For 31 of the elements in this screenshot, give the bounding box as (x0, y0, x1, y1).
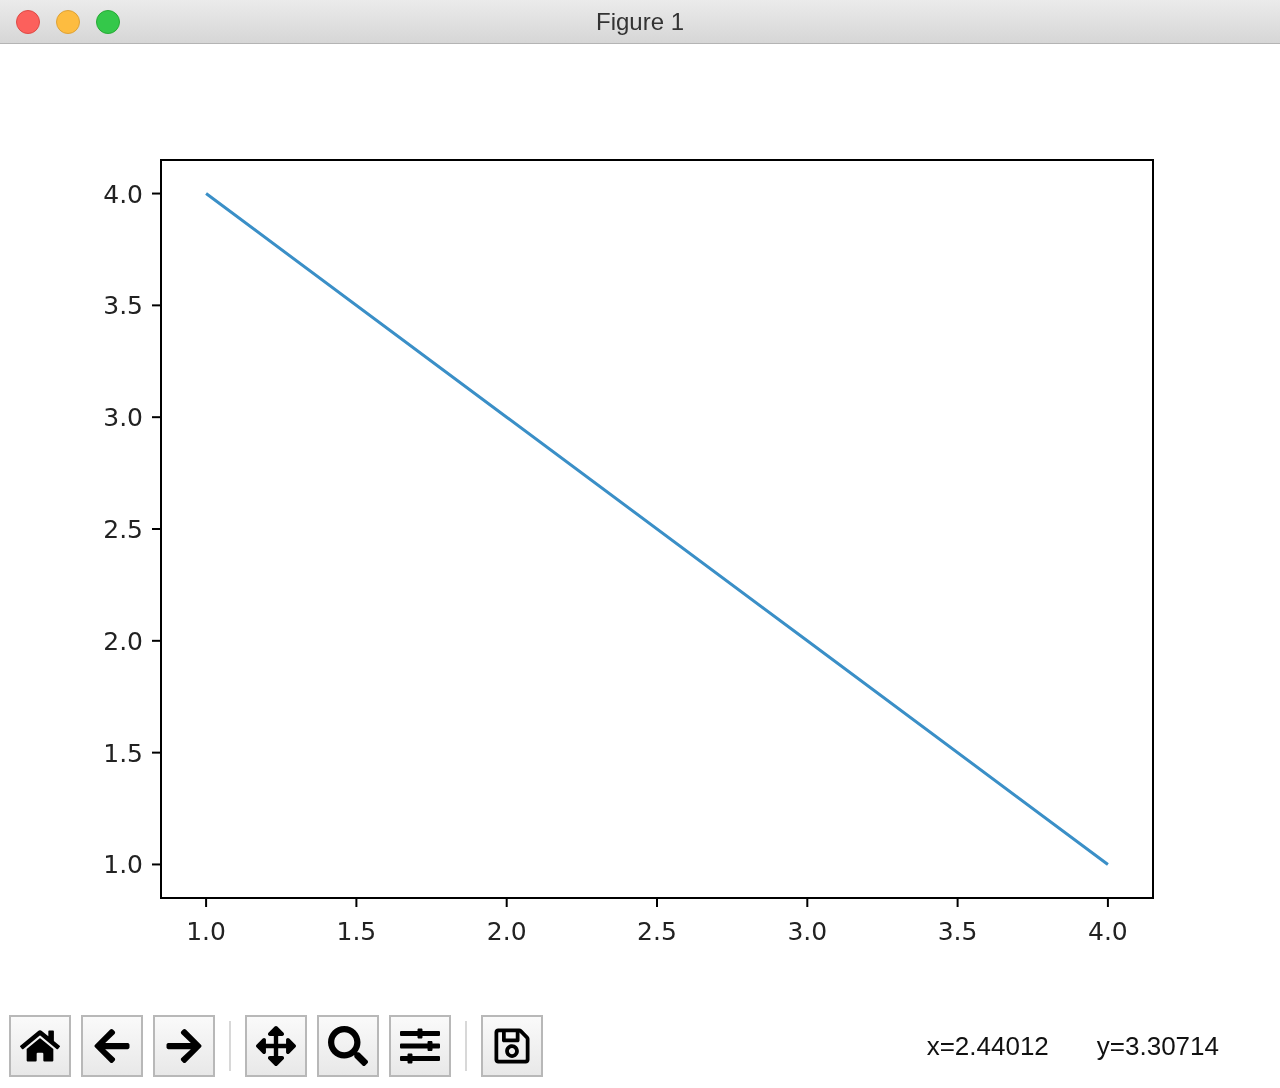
save-button[interactable] (481, 1015, 543, 1077)
x-tick-label: 2.5 (637, 917, 677, 946)
pan-button[interactable] (245, 1015, 307, 1077)
x-tick-label: 1.0 (186, 917, 226, 946)
y-tick-label: 1.0 (103, 850, 143, 880)
y-tick-label: 2.5 (103, 515, 143, 544)
x-coordinate: x=2.44012 (926, 1030, 1049, 1062)
y-tick-label: 3.0 (103, 403, 143, 433)
configure-button[interactable] (389, 1015, 451, 1077)
forward-button[interactable] (153, 1015, 215, 1077)
home-button[interactable] (9, 1015, 71, 1077)
y-tick-label: 4.0 (103, 179, 143, 209)
save-icon (492, 1026, 532, 1066)
y-tick-label: 1.5 (103, 738, 143, 768)
y-coordinate: y=3.30714 (1096, 1030, 1219, 1062)
x-tick-label: 2.0 (486, 917, 527, 946)
y-tick-label: 2.0 (103, 626, 143, 656)
move-icon (256, 1026, 296, 1066)
close-button[interactable] (16, 10, 40, 34)
window-title: Figure 1 (595, 7, 684, 36)
zoom-button[interactable] (317, 1015, 379, 1077)
y-tick-label: 3.5 (103, 291, 143, 321)
sliders-icon (400, 1026, 440, 1066)
x-tick-label: 1.5 (336, 917, 377, 946)
x-tick-label: 3.0 (787, 917, 828, 946)
back-button[interactable] (81, 1015, 143, 1077)
x-tick-label: 4.0 (1088, 917, 1128, 946)
arrow-left-icon (92, 1026, 132, 1066)
x-tick-label: 3.5 (937, 917, 978, 946)
arrow-right-icon (164, 1026, 204, 1066)
search-icon (328, 1026, 368, 1066)
